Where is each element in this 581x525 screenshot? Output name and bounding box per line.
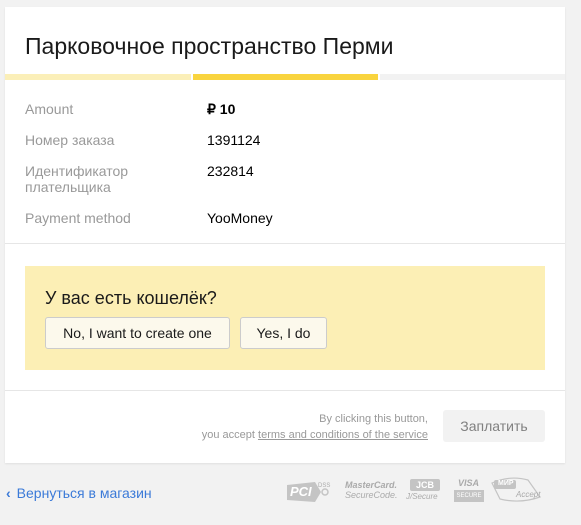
progress-step-active <box>193 74 378 80</box>
chevron-left-icon: ‹ <box>6 485 11 501</box>
progress-steps <box>5 74 565 80</box>
dss-text: DSS <box>318 483 331 489</box>
detail-label: Идентификатор плательщика <box>25 163 129 195</box>
payment-card: Парковочное пространство Перми Amount ₽ … <box>5 7 565 463</box>
progress-step-pending <box>380 74 565 80</box>
mir-text: МИР <box>498 480 514 487</box>
terms-link[interactable]: terms and conditions of the service <box>258 429 428 441</box>
amount-value: ₽ 10 <box>207 101 236 117</box>
progress-step-done <box>5 74 191 80</box>
visa-secure-text: SECURE <box>454 490 484 502</box>
page-title: Парковочное пространство Перми <box>25 33 394 59</box>
detail-label: Номер заказа <box>25 132 115 148</box>
consent-line-1: By clicking this button, <box>319 413 428 425</box>
create-wallet-button[interactable]: No, I want to create one <box>45 317 230 349</box>
security-logos: PCI DSS MasterCard. SecureCode. JCB J/Se… <box>285 476 547 506</box>
jcb-jsecure-logo: JCB J/Secure <box>406 479 444 503</box>
payment-method-value: YooMoney <box>207 210 273 226</box>
mir-accept-text: Accept <box>516 490 541 499</box>
consent-prefix: you accept <box>201 429 259 441</box>
jcb-text: JCB <box>410 479 440 491</box>
visa-secure-logo: VISA SECURE <box>454 478 484 504</box>
have-wallet-button[interactable]: Yes, I do <box>240 317 327 349</box>
payer-id-value: 232814 <box>207 163 254 179</box>
divider <box>5 390 565 391</box>
mastercard-securecode-logo: MasterCard. SecureCode. <box>345 480 400 500</box>
back-to-store-link[interactable]: ‹ Вернуться в магазин <box>6 485 152 501</box>
pay-button[interactable]: Заплатить <box>443 410 545 442</box>
detail-label: Payment method <box>25 210 131 226</box>
jsecure-text: J/Secure <box>406 492 438 501</box>
wallet-question: У вас есть кошелёк? <box>45 288 217 308</box>
pci-dss-logo: PCI DSS <box>285 481 340 503</box>
mastercard-text: MasterCard. <box>345 480 398 490</box>
detail-label: Amount <box>25 101 74 117</box>
securecode-text: SecureCode. <box>345 490 398 500</box>
mir-accept-logo: МИР Accept <box>490 477 542 503</box>
back-link-label: Вернуться в магазин <box>16 485 152 501</box>
wallet-question-panel: У вас есть кошелёк? No, I want to create… <box>25 266 545 370</box>
pci-text: PCI <box>290 484 312 499</box>
consent-text: By clicking this button, you accept term… <box>202 411 428 443</box>
visa-text: VISA <box>458 478 480 488</box>
divider <box>5 243 565 244</box>
order-number-value: 1391124 <box>207 132 261 148</box>
consent-line-2: you accept terms and conditions of the s… <box>202 427 428 443</box>
